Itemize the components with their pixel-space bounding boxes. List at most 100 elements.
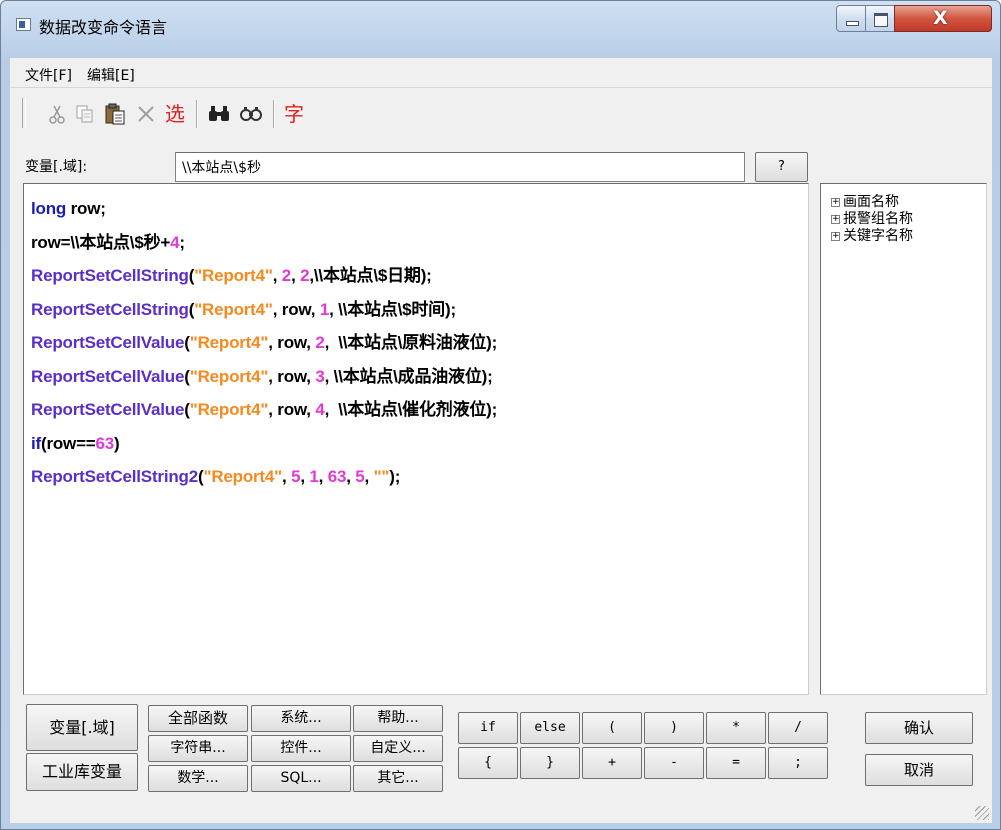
tree-node-screen-names[interactable]: + 画面名称 bbox=[831, 194, 899, 211]
code-token: , bbox=[318, 467, 328, 486]
code-token: , bbox=[282, 467, 292, 486]
left-brace-button[interactable]: { bbox=[458, 747, 518, 779]
code-line[interactable]: row=\\本站点\$秒+4; bbox=[31, 226, 808, 260]
code-line[interactable]: ReportSetCellValue("Report4", row, 4, \\… bbox=[31, 393, 808, 427]
code-editor[interactable]: long row; row=\\本站点\$秒+4; ReportSetCellStr… bbox=[23, 183, 809, 695]
plus-button[interactable]: + bbox=[582, 747, 642, 779]
dialog-client-area: 文件[F] 编辑[E] 选 字 变量[.域]: \\本站点\$秒 ? long … bbox=[10, 58, 992, 823]
code-token: 4 bbox=[315, 400, 325, 419]
code-token: , row, bbox=[268, 333, 316, 352]
code-token: , \\本站点\催化剂液位); bbox=[324, 400, 498, 419]
code-token: , bbox=[272, 266, 282, 285]
semicolon-button[interactable]: ; bbox=[768, 747, 828, 779]
divide-button[interactable]: / bbox=[768, 712, 828, 744]
delete-icon[interactable] bbox=[134, 102, 158, 126]
code-token: row; bbox=[66, 199, 106, 218]
tree-node-keyword-names[interactable]: + 关键字名称 bbox=[831, 228, 913, 245]
code-line[interactable]: ReportSetCellString("Report4", row, 1, \… bbox=[31, 293, 808, 327]
title-bar[interactable]: 数据改变命令语言 X bbox=[1, 1, 1000, 47]
code-token: , bbox=[364, 467, 374, 486]
system-button[interactable]: 系统... bbox=[251, 705, 351, 732]
select-icon[interactable]: 选 bbox=[163, 102, 187, 126]
code-token: 1 bbox=[319, 299, 330, 319]
string-button[interactable]: 字符串... bbox=[148, 735, 248, 762]
cancel-button[interactable]: 取消 bbox=[865, 754, 973, 786]
close-icon: X bbox=[933, 7, 948, 29]
help-button[interactable]: 帮助... bbox=[353, 705, 443, 732]
variable-input[interactable] bbox=[175, 152, 745, 182]
cut-icon[interactable] bbox=[45, 102, 69, 126]
code-token: 63 bbox=[327, 467, 347, 486]
code-token: "Report4" bbox=[189, 400, 269, 419]
code-line[interactable]: ReportSetCellString2("Report4", 5, 1, 63… bbox=[31, 460, 808, 494]
equals-button[interactable]: = bbox=[706, 747, 766, 779]
math-button[interactable]: 数学... bbox=[148, 765, 248, 792]
expand-icon[interactable]: + bbox=[831, 214, 840, 224]
code-token: ReportSetCellValue bbox=[31, 400, 185, 419]
multiply-button[interactable]: * bbox=[706, 712, 766, 744]
paste-icon[interactable] bbox=[103, 102, 127, 126]
code-line[interactable]: if(row==63) bbox=[31, 427, 808, 461]
expand-icon[interactable]: + bbox=[831, 197, 840, 207]
replace-icon[interactable] bbox=[238, 102, 262, 126]
code-line[interactable]: long row; bbox=[31, 192, 808, 226]
right-brace-button[interactable]: } bbox=[520, 747, 580, 779]
sql-button[interactable]: SQL... bbox=[251, 765, 351, 792]
code-line[interactable]: ReportSetCellValue("Report4", row, 3, \\… bbox=[31, 360, 808, 394]
code-token: (row== bbox=[40, 433, 96, 453]
code-token: , row, bbox=[268, 400, 316, 419]
code-token: if bbox=[31, 433, 41, 453]
code-token: ReportSetCellString2 bbox=[31, 467, 198, 486]
right-paren-button[interactable]: ) bbox=[644, 712, 704, 744]
tree-node-alarm-group-names[interactable]: + 报警组名称 bbox=[831, 211, 913, 228]
code-token: 5 bbox=[355, 467, 365, 486]
code-token: , row, bbox=[268, 366, 316, 386]
code-token: ); bbox=[389, 467, 401, 486]
ok-button[interactable]: 确认 bbox=[865, 712, 973, 744]
tree-node-label: 画面名称 bbox=[843, 194, 899, 210]
find-icon[interactable] bbox=[206, 102, 230, 126]
menu-file[interactable]: 文件[F] bbox=[25, 65, 72, 85]
control-button[interactable]: 控件... bbox=[251, 735, 351, 762]
code-token: "Report4" bbox=[189, 333, 269, 352]
copy-icon[interactable] bbox=[73, 102, 97, 126]
tree-node-label: 关键字名称 bbox=[843, 228, 913, 244]
toolbar-grip[interactable] bbox=[22, 98, 26, 128]
maximize-icon bbox=[874, 13, 888, 27]
code-token: 2 bbox=[300, 266, 310, 285]
window-title: 数据改变命令语言 bbox=[39, 18, 168, 37]
code-text[interactable]: long row; row=\\本站点\$秒+4; ReportSetCellStr… bbox=[24, 184, 808, 494]
left-paren-button[interactable]: ( bbox=[582, 712, 642, 744]
custom-button[interactable]: 自定义... bbox=[353, 735, 443, 762]
tree-node-label: 报警组名称 bbox=[843, 211, 913, 227]
font-icon[interactable]: 字 bbox=[282, 102, 306, 126]
code-token: , \\本站点\原料油液位); bbox=[324, 333, 498, 352]
code-token: "Report4" bbox=[203, 467, 283, 486]
code-token: 2 bbox=[315, 333, 325, 352]
code-token: 4 bbox=[170, 232, 180, 252]
maximize-button[interactable] bbox=[865, 5, 895, 32]
close-button[interactable]: X bbox=[894, 5, 992, 32]
code-token: "Report4" bbox=[194, 266, 273, 285]
code-token: 3 bbox=[315, 366, 325, 386]
code-token: ReportSetCellValue bbox=[31, 333, 185, 352]
else-button[interactable]: else bbox=[520, 712, 580, 744]
code-token: 5 bbox=[291, 467, 301, 486]
all-functions-button[interactable]: 全部函数 bbox=[148, 705, 248, 732]
code-line[interactable]: ReportSetCellString("Report4", 2, 2,\\本站… bbox=[31, 259, 808, 293]
code-token: , row, bbox=[272, 299, 320, 319]
browse-variable-button[interactable]: ? bbox=[755, 152, 808, 182]
minus-button[interactable]: - bbox=[644, 747, 704, 779]
resize-grip[interactable] bbox=[975, 806, 989, 820]
code-line[interactable]: ReportSetCellValue("Report4", row, 2, \\… bbox=[31, 326, 808, 360]
other-button[interactable]: 其它... bbox=[353, 765, 443, 792]
variable-field-button[interactable]: 变量[.域] bbox=[26, 704, 138, 751]
if-button[interactable]: if bbox=[458, 712, 518, 744]
code-token: ; bbox=[179, 232, 185, 252]
minimize-button[interactable] bbox=[836, 5, 866, 32]
code-token: ReportSetCellString bbox=[31, 266, 189, 285]
expand-icon[interactable]: + bbox=[831, 231, 840, 241]
menu-edit[interactable]: 编辑[E] bbox=[87, 65, 135, 85]
code-token: , bbox=[346, 467, 356, 486]
industrial-db-variable-button[interactable]: 工业库变量 bbox=[26, 753, 138, 791]
